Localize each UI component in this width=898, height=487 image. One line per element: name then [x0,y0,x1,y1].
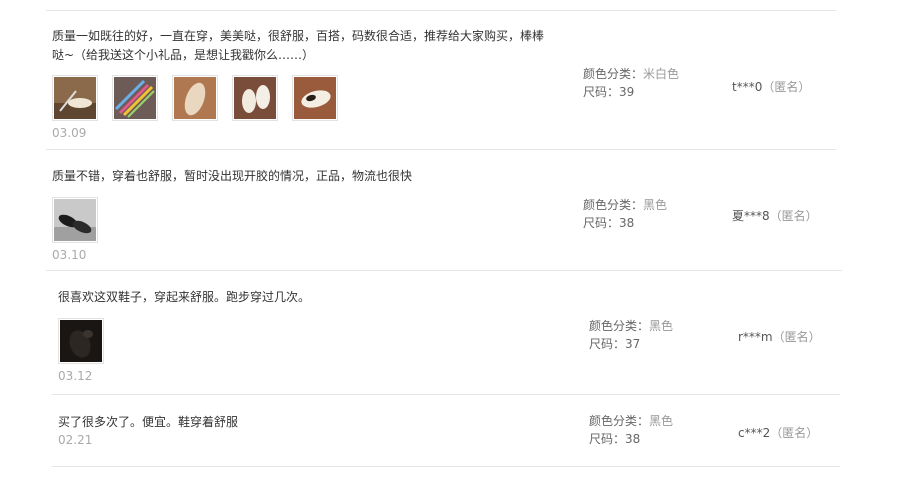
review-photo-thumbnail[interactable] [292,75,338,121]
reviewer-name: c***2 [738,426,771,440]
anonymous-tag: （匿名） [762,80,811,94]
color-label: 颜色分类： [589,414,650,428]
color-label: 颜色分类： [583,198,644,212]
divider [46,149,836,150]
size-value: 38 [619,216,635,230]
sku-info: 颜色分类：黑色 尺码：37 [589,317,673,353]
reviewer: t***0（匿名） [732,78,810,95]
review-photo-thumbnail[interactable] [112,75,158,121]
review-text: 很喜欢这双鞋子，穿起来舒服。跑步穿过几次。 [58,288,558,307]
review-text-line: 哒~（给我送这个小礼品，是想让我戳你么……） [52,48,315,62]
size-value: 37 [625,337,641,351]
review-date: 03.12 [58,369,93,383]
size-label: 尺码： [589,432,626,446]
review-text-line: 很喜欢这双鞋子，穿起来舒服。跑步穿过几次。 [58,290,311,304]
color-value: 米白色 [643,67,680,81]
size-label: 尺码： [583,85,620,99]
review-text-line: 质量一如既往的好，一直在穿，美美哒，很舒服，百搭，码数很合适，推荐给大家购买，棒… [52,29,545,43]
divider [46,10,836,11]
review-photo-thumbnail[interactable] [52,197,98,243]
sku-info: 颜色分类：米白色 尺码：39 [583,65,679,101]
review-date: 03.10 [52,248,87,262]
review-photos [52,197,98,243]
reviewer-name: 夏***8 [732,209,770,223]
review-text: 质量不错，穿着也舒服，暂时没出现开胶的情况，正品，物流也很快 [52,167,552,186]
anonymous-tag: （匿名） [769,209,818,223]
review-photo-thumbnail[interactable] [52,75,98,121]
divider [46,270,842,271]
divider [52,466,840,467]
anonymous-tag: （匿名） [772,330,821,344]
color-label: 颜色分类： [583,67,644,81]
review-photos [52,75,338,121]
review-list: 质量一如既往的好，一直在穿，美美哒，很舒服，百搭，码数很合适，推荐给大家购买，棒… [0,0,898,487]
size-label: 尺码： [589,337,626,351]
sku-info: 颜色分类：黑色 尺码：38 [589,412,673,448]
size-value: 39 [619,85,635,99]
review-date: 03.09 [52,126,87,140]
review-photo-thumbnail[interactable] [172,75,218,121]
sku-info: 颜色分类：黑色 尺码：38 [583,196,667,232]
color-value: 黑色 [649,319,674,333]
color-value: 黑色 [649,414,674,428]
size-value: 38 [625,432,641,446]
review-photo-thumbnail[interactable] [232,75,278,121]
reviewer: c***2（匿名） [738,424,818,441]
color-label: 颜色分类： [589,319,650,333]
reviewer-name: r***m [738,330,773,344]
review-text: 买了很多次了。便宜。鞋穿着舒服 [58,413,558,432]
review-text-line: 质量不错，穿着也舒服，暂时没出现开胶的情况，正品，物流也很快 [52,169,413,183]
reviewer: r***m（匿名） [738,328,821,345]
reviewer-name: t***0 [732,80,763,94]
anonymous-tag: （匿名） [770,426,819,440]
size-label: 尺码： [583,216,620,230]
review-text: 质量一如既往的好，一直在穿，美美哒，很舒服，百搭，码数很合适，推荐给大家购买，棒… [52,27,557,65]
reviewer: 夏***8（匿名） [732,207,818,224]
review-date: 02.21 [58,433,93,447]
color-value: 黑色 [643,198,668,212]
divider [52,394,840,395]
review-photos [58,318,104,364]
review-photo-thumbnail[interactable] [58,318,104,364]
review-text-line: 买了很多次了。便宜。鞋穿着舒服 [58,415,239,429]
